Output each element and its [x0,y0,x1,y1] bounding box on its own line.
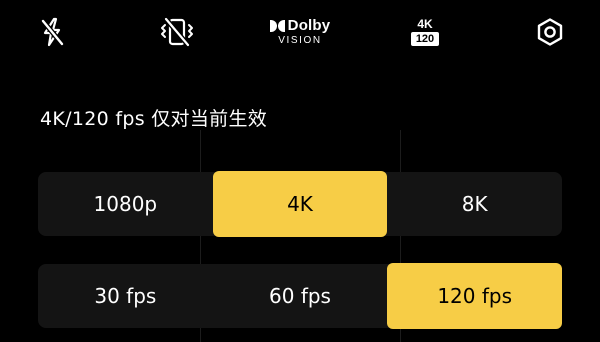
resolution-option-8k[interactable]: 8K [387,172,562,236]
dolby-vision-toggle-button[interactable]: Dolby VISION [262,12,338,52]
format-resolution-label: 4K [417,17,433,31]
framerate-option-30fps[interactable]: 30 fps [38,264,213,328]
framerate-option-60fps[interactable]: 60 fps [213,264,388,328]
format-hint-text: 4K/120 fps 仅对当前生效 [40,108,268,130]
resolution-option-1080p[interactable]: 1080p [38,172,213,236]
stabilization-off-icon [160,16,194,48]
video-format-button[interactable]: 4K 120 [402,12,448,52]
settings-icon [535,17,565,47]
top-toolbar: Dolby VISION 4K 120 [0,0,600,64]
dolby-double-d-icon [269,19,285,32]
stabilization-toggle-button[interactable] [155,12,199,52]
format-fps-label: 120 [410,32,440,46]
dolby-vision-icon: Dolby [269,17,331,34]
flash-toggle-button[interactable] [32,12,72,52]
dolby-vision-label: VISION [278,35,322,46]
dolby-brand-label: Dolby [287,17,331,34]
framerate-option-120fps[interactable]: 120 fps [387,263,563,329]
framerate-selector: 30 fps 60 fps 120 fps [38,263,563,329]
resolution-selector: 1080p 4K 8K [38,171,562,237]
resolution-option-4k[interactable]: 4K [212,171,388,237]
settings-button[interactable] [530,12,570,52]
flash-off-icon [39,17,65,47]
